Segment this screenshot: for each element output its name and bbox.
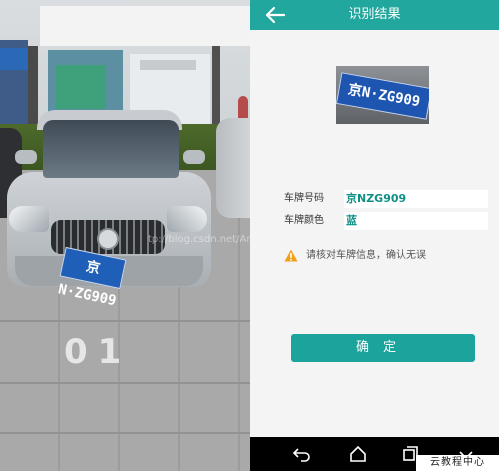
parking-space-number: 01 xyxy=(64,332,132,372)
page-title: 识别结果 xyxy=(348,7,401,22)
windshield xyxy=(43,120,179,178)
site-watermark: 云教程中心 xyxy=(416,455,499,471)
plate-number-field[interactable]: 京NZG909 xyxy=(344,190,488,208)
ground-line xyxy=(0,382,250,384)
mirror-right xyxy=(183,150,205,164)
plate-number-label: 车牌号码 xyxy=(284,193,324,204)
plate-color-label: 车牌颜色 xyxy=(284,215,324,226)
app-bar: 识别结果 xyxy=(250,0,499,30)
confirm-button[interactable]: 确定 xyxy=(291,334,475,362)
phone-screen: 识别结果 京N·ZG909 车牌号码 京NZG909 车牌颜色 蓝 请核对车牌信… xyxy=(250,0,499,471)
plate-crop-image: 京N·ZG909 xyxy=(336,66,429,124)
ground-line xyxy=(0,320,250,322)
home-nav-icon[interactable] xyxy=(348,444,368,464)
store-banner xyxy=(40,6,250,46)
plate-color-field[interactable]: 蓝 xyxy=(344,212,488,230)
warning-triangle-icon xyxy=(284,249,298,262)
warning-text: 请核对车牌信息，确认无误 xyxy=(306,250,426,261)
ground-line xyxy=(0,432,250,434)
arrow-left-icon[interactable] xyxy=(264,5,286,25)
pillar xyxy=(212,46,220,132)
headlight-right xyxy=(167,206,207,232)
silver-car-side xyxy=(216,118,250,218)
mirror-left xyxy=(15,150,37,164)
back-nav-icon[interactable] xyxy=(292,444,312,464)
headlight-left xyxy=(9,206,49,232)
door-sign xyxy=(140,60,196,70)
car-logo xyxy=(97,228,119,250)
shop-sign xyxy=(0,48,28,70)
window-poster xyxy=(56,65,106,109)
